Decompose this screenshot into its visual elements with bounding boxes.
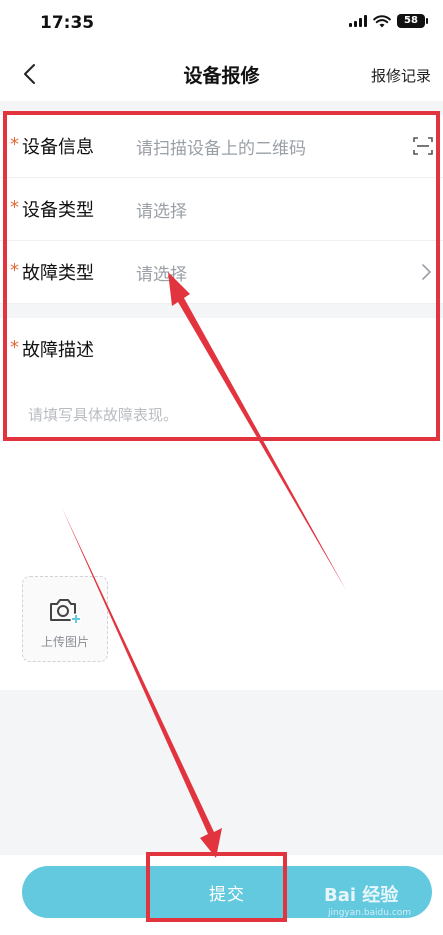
repair-form: * 设备信息 请扫描设备上的二维码 * 设备类型 请选择 * 故障类型 请选择 …	[0, 115, 443, 443]
device-info-placeholder: 请扫描设备上的二维码	[136, 138, 306, 159]
camera-plus-icon	[50, 599, 82, 625]
required-mark: *	[10, 336, 19, 358]
fault-description-header: * 故障描述	[10, 318, 443, 380]
scan-icon[interactable]	[413, 136, 433, 156]
wifi-icon	[373, 14, 391, 27]
required-mark: *	[10, 259, 19, 281]
nav-divider	[0, 101, 443, 115]
required-mark: *	[10, 133, 19, 155]
signal-icon	[349, 15, 367, 27]
fault-type-row[interactable]: * 故障类型 请选择	[0, 241, 443, 304]
required-mark: *	[10, 196, 19, 218]
upload-image-label: 上传图片	[40, 635, 89, 649]
battery-icon: 58	[397, 14, 428, 28]
repair-records-link[interactable]: 报修记录	[371, 65, 431, 86]
device-info-row[interactable]: * 设备信息 请扫描设备上的二维码	[0, 115, 443, 178]
content-background	[0, 690, 443, 855]
device-type-row[interactable]: * 设备类型 请选择	[0, 178, 443, 241]
watermark-logo: Bai 经验	[324, 885, 399, 906]
status-icons: 58	[349, 14, 428, 28]
watermark-url: jingyan.baidu.com	[328, 908, 412, 918]
chevron-left-icon[interactable]	[18, 62, 42, 86]
device-info-label: 设备信息	[22, 137, 94, 158]
device-type-placeholder: 请选择	[136, 201, 187, 222]
fault-description-label: 故障描述	[22, 340, 94, 361]
section-gap	[0, 304, 443, 318]
fault-type-placeholder: 请选择	[136, 264, 187, 285]
chevron-right-icon	[422, 264, 432, 280]
fault-type-label: 故障类型	[22, 263, 94, 284]
fault-description-input[interactable]	[28, 404, 418, 430]
status-time: 17:35	[40, 13, 95, 33]
status-bar: 17:35 58	[0, 0, 443, 48]
device-type-label: 设备类型	[22, 200, 94, 221]
upload-image-button[interactable]: 上传图片	[22, 576, 108, 662]
nav-bar: 设备报修 报修记录	[0, 48, 443, 102]
